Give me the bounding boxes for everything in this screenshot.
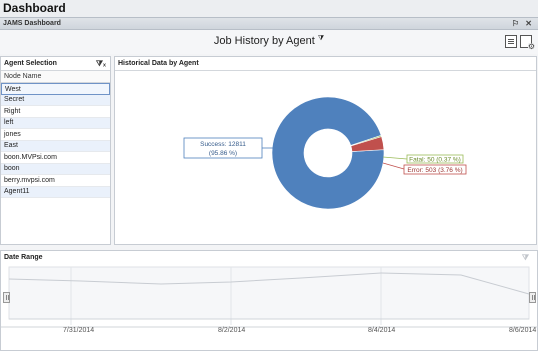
agent-row[interactable]: Agent11 [1, 186, 110, 198]
date-tick-label: 8/6/2014 [509, 327, 537, 334]
agent-selection-title: Agent Selection [4, 60, 57, 67]
page-title-text: Job History by Agent [213, 35, 315, 47]
agent-row[interactable]: berry.mvpsi.com [1, 175, 110, 187]
node-name-column-header[interactable]: Node Name [1, 71, 110, 83]
dashboard-tab[interactable]: JAMS Dashboard ⚐ ✕ [0, 17, 538, 30]
date-tick-label: 7/31/2014 [63, 327, 95, 334]
agent-row[interactable]: jones [1, 129, 110, 141]
agent-row[interactable]: left [1, 117, 110, 129]
agent-row[interactable]: West [1, 83, 110, 95]
date-range-panel: Date Range ⧩ 7/31/2014 8/2/2014 8/4/2014… [0, 250, 538, 351]
range-end-handle[interactable] [529, 292, 536, 303]
fatal-label: Fatal: 50 (0.37 %) [409, 157, 461, 164]
range-start-handle[interactable] [3, 292, 10, 303]
historical-data-header: Historical Data by Agent [115, 57, 536, 71]
agent-selection-panel: Agent Selection ⧩ₓ Node Name West Secret R… [0, 56, 111, 245]
donut-chart: Success: 12811 (95.86 %) Fatal: 50 (0.37 %… [183, 96, 467, 210]
export-pdf-icon[interactable] [505, 35, 517, 48]
dashboard-tab-label: JAMS Dashboard [3, 20, 61, 27]
fatal-leader-line [382, 156, 408, 160]
donut-slice-success[interactable] [271, 96, 385, 210]
close-icon[interactable]: ✕ [525, 19, 532, 28]
dashboard-settings-icon[interactable] [520, 35, 535, 51]
clear-filter-icon[interactable]: ⧩ₓ [96, 59, 106, 69]
dashboard-header: Job History by Agent ⧩ [0, 30, 538, 54]
agent-row[interactable]: boon [1, 163, 110, 175]
error-leader-line [382, 162, 405, 170]
filter-icon[interactable]: ⧩ [318, 35, 324, 42]
date-filter-icon: ⧩ [521, 253, 529, 262]
historical-data-title: Historical Data by Agent [118, 60, 199, 67]
date-range-title: Date Range [4, 254, 43, 261]
agent-selection-header: Agent Selection ⧩ₓ [1, 57, 110, 71]
success-label: Success: 12811 [200, 141, 246, 148]
error-label: Error: 503 (3.76 %) [407, 167, 462, 174]
page-title: Job History by Agent ⧩ [0, 35, 538, 47]
date-tick-label: 8/4/2014 [368, 327, 396, 334]
agent-row[interactable]: boon.MVPsi.com [1, 152, 110, 164]
date-range-header: Date Range ⧩ [1, 251, 537, 265]
app-title: Dashboard [0, 0, 538, 17]
agent-row[interactable]: Secret [1, 94, 110, 106]
agent-list: West Secret Right left jones East boon.MVPsi.c… [1, 83, 110, 198]
success-percent-label: (95.86 %) [209, 150, 237, 157]
agent-row[interactable]: East [1, 140, 110, 152]
historical-data-panel: Historical Data by Agent Success: 12811 (… [114, 56, 537, 245]
date-tick-label: 8/2/2014 [218, 327, 246, 334]
pin-icon[interactable]: ⚐ [512, 19, 519, 28]
agent-row[interactable]: Right [1, 106, 110, 118]
date-range-track[interactable] [1, 265, 538, 351]
